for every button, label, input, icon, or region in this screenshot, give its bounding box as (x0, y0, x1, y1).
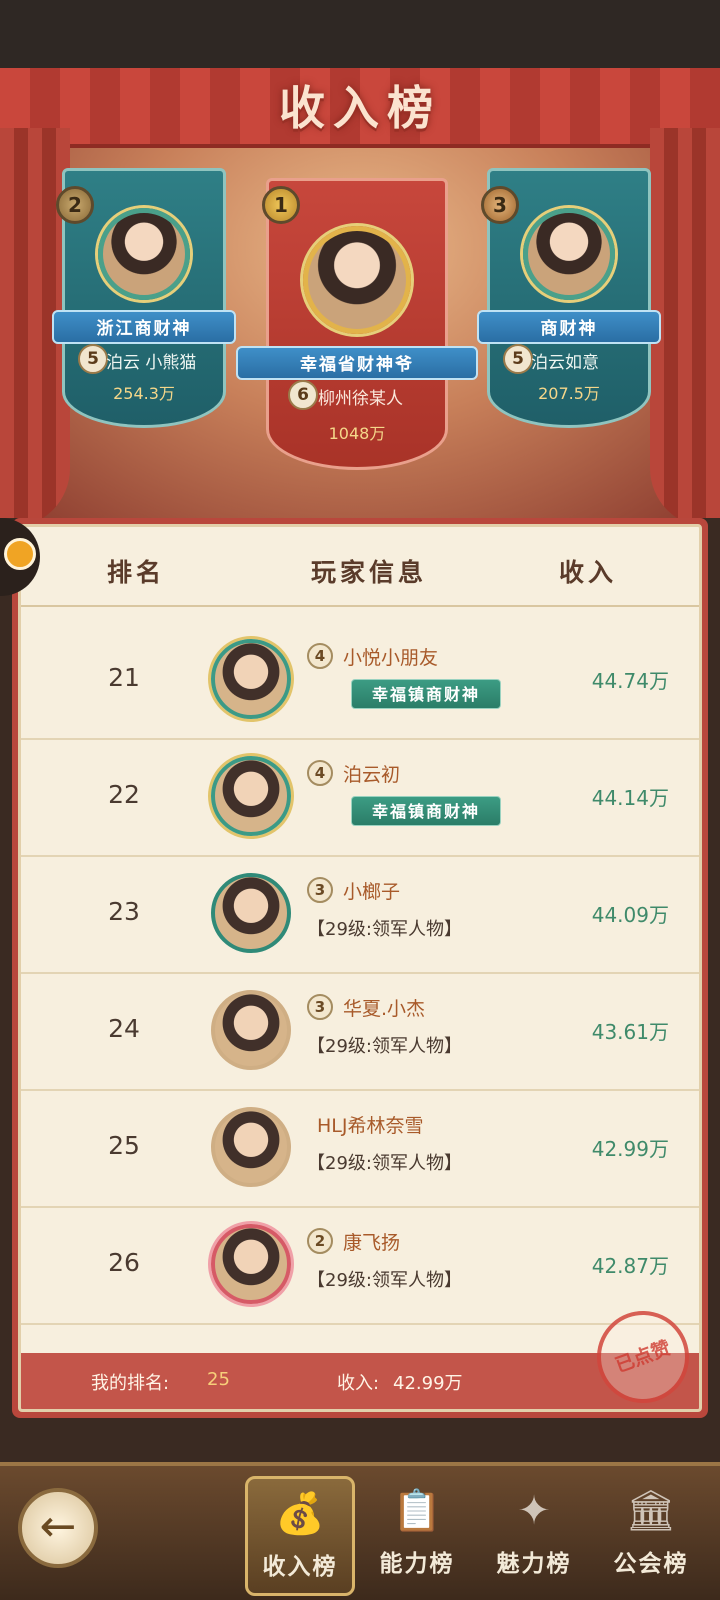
guild-hall-icon: 🏛 (625, 1488, 677, 1534)
vip-level-badge: 2 (307, 1228, 333, 1254)
board-title: 收入榜 (279, 81, 441, 135)
podium-third-place[interactable]: 3 商财神 5 泊云如意 207.5万 (477, 168, 661, 428)
player-name: 柳州徐某人 (318, 389, 403, 409)
avatar[interactable] (98, 208, 190, 300)
row-income: 44.09万 (591, 903, 669, 927)
player-title-tag: 幸福镇商财神 (351, 796, 501, 826)
table-row[interactable]: 21 4 小悦小朋友 幸福镇商财神 44.74万 (21, 623, 699, 740)
avatar[interactable] (303, 226, 411, 334)
row-income: 42.99万 (591, 1137, 669, 1161)
player-income: 254.3万 (113, 384, 175, 403)
player-title-tag: 幸福镇商财神 (351, 679, 501, 709)
ranking-list[interactable]: 排名 玩家信息 收入 21 4 小悦小朋友 幸福镇商财神 44.74万 22 4… (18, 524, 702, 1412)
tab-income-ranking[interactable]: 💰 收入榜 (245, 1476, 355, 1596)
row-rank: 22 (108, 780, 140, 809)
player-name: 小悦小朋友 (343, 647, 439, 669)
podium-first-place[interactable]: 1 幸福省财神爷 6 柳州徐某人 1048万 (236, 178, 478, 470)
table-row[interactable]: 23 3 小榔子 【29级:领军人物】 44.09万 (21, 857, 699, 974)
table-header: 排名 玩家信息 收入 (21, 527, 699, 607)
my-rank-value: 25 (207, 1369, 230, 1390)
player-name: 华夏.小杰 (343, 998, 426, 1020)
table-row[interactable]: 24 3 华夏.小杰 【29级:领军人物】 43.61万 (21, 974, 699, 1091)
player-name: 泊云 小熊猫 (106, 353, 197, 373)
player-income: 1048万 (328, 424, 386, 443)
player-title-ribbon: 浙江商财神 (52, 310, 236, 344)
header-income: 收入 (559, 558, 618, 587)
my-income-value: 42.99万 (393, 1373, 463, 1394)
tab-label: 公会榜 (613, 1551, 689, 1577)
avatar[interactable] (211, 873, 291, 953)
row-income: 44.14万 (591, 786, 669, 810)
medal-silver-icon: 2 (56, 186, 94, 224)
bottom-tab-bar: ← 💰 收入榜 📋 能力榜 ✦ 魅力榜 🏛 公会榜 (0, 1462, 720, 1600)
table-row[interactable]: 26 2 康飞扬 【29级:领军人物】 42.87万 (21, 1208, 699, 1325)
player-title-ribbon: 幸福省财神爷 (236, 346, 478, 380)
player-name: HLJ希林奈雪 (317, 1115, 424, 1137)
tab-label: 收入榜 (262, 1554, 338, 1580)
avatar[interactable] (523, 208, 615, 300)
tab-guild-ranking[interactable]: 🏛 公会榜 (596, 1476, 706, 1596)
row-income: 43.61万 (591, 1020, 669, 1044)
sparkle-icon: ✦ (517, 1488, 551, 1534)
vip-level-badge: 4 (307, 760, 333, 786)
player-level-title: 【29级:领军人物】 (307, 919, 462, 940)
row-income: 44.74万 (591, 669, 669, 693)
row-rank: 25 (108, 1131, 140, 1160)
podium-second-place[interactable]: 2 浙江商财神 5 泊云 小熊猫 254.3万 (52, 168, 236, 428)
table-row[interactable]: 25 HLJ希林奈雪 【29级:领军人物】 42.99万 (21, 1091, 699, 1208)
medal-gold-icon: 1 (262, 186, 300, 224)
tab-ability-ranking[interactable]: 📋 能力榜 (362, 1476, 472, 1596)
ranking-board: 排名 玩家信息 收入 21 4 小悦小朋友 幸福镇商财神 44.74万 22 4… (12, 518, 708, 1418)
vip-level-badge: 5 (78, 344, 108, 374)
table-row[interactable]: 22 4 泊云初 幸福镇商财神 44.14万 (21, 740, 699, 857)
player-name: 小榔子 (343, 881, 401, 903)
money-icon: 💰 (275, 1491, 325, 1537)
player-title-ribbon: 商财神 (477, 310, 661, 344)
tab-label: 魅力榜 (496, 1551, 572, 1577)
header-player-info: 玩家信息 (311, 558, 428, 587)
tab-label: 能力榜 (379, 1551, 455, 1577)
header-rank: 排名 (107, 558, 166, 587)
medal-bronze-icon: 3 (481, 186, 519, 224)
vip-level-badge: 6 (288, 380, 318, 410)
tab-charm-ranking[interactable]: ✦ 魅力榜 (479, 1476, 589, 1596)
clipboard-icon: 📋 (392, 1488, 442, 1534)
vip-level-badge: 3 (307, 877, 333, 903)
avatar[interactable] (211, 756, 291, 836)
avatar[interactable] (211, 990, 291, 1070)
player-level-title: 【29级:领军人物】 (307, 1270, 462, 1291)
player-name: 康飞扬 (343, 1232, 401, 1254)
row-rank: 21 (108, 663, 140, 692)
top-status-bar (0, 0, 720, 68)
vip-level-badge: 3 (307, 994, 333, 1020)
player-income: 207.5万 (538, 384, 600, 403)
player-level-title: 【29级:领军人物】 (307, 1153, 462, 1174)
player-name: 泊云初 (343, 764, 401, 786)
my-rank-label: 我的排名: (91, 1373, 170, 1394)
my-income-label: 收入: (337, 1373, 380, 1394)
vip-level-badge: 5 (503, 344, 533, 374)
avatar[interactable] (211, 1224, 291, 1304)
row-rank: 26 (108, 1248, 140, 1277)
avatar[interactable] (211, 1107, 291, 1187)
player-level-title: 【29级:领军人物】 (307, 1036, 462, 1057)
vip-level-badge: 4 (307, 643, 333, 669)
row-rank: 23 (108, 897, 140, 926)
player-name: 泊云如意 (531, 353, 599, 373)
row-income: 42.87万 (591, 1254, 669, 1278)
back-arrow-icon[interactable]: ← (18, 1488, 98, 1568)
row-rank: 24 (108, 1014, 140, 1043)
avatar[interactable] (211, 639, 291, 719)
